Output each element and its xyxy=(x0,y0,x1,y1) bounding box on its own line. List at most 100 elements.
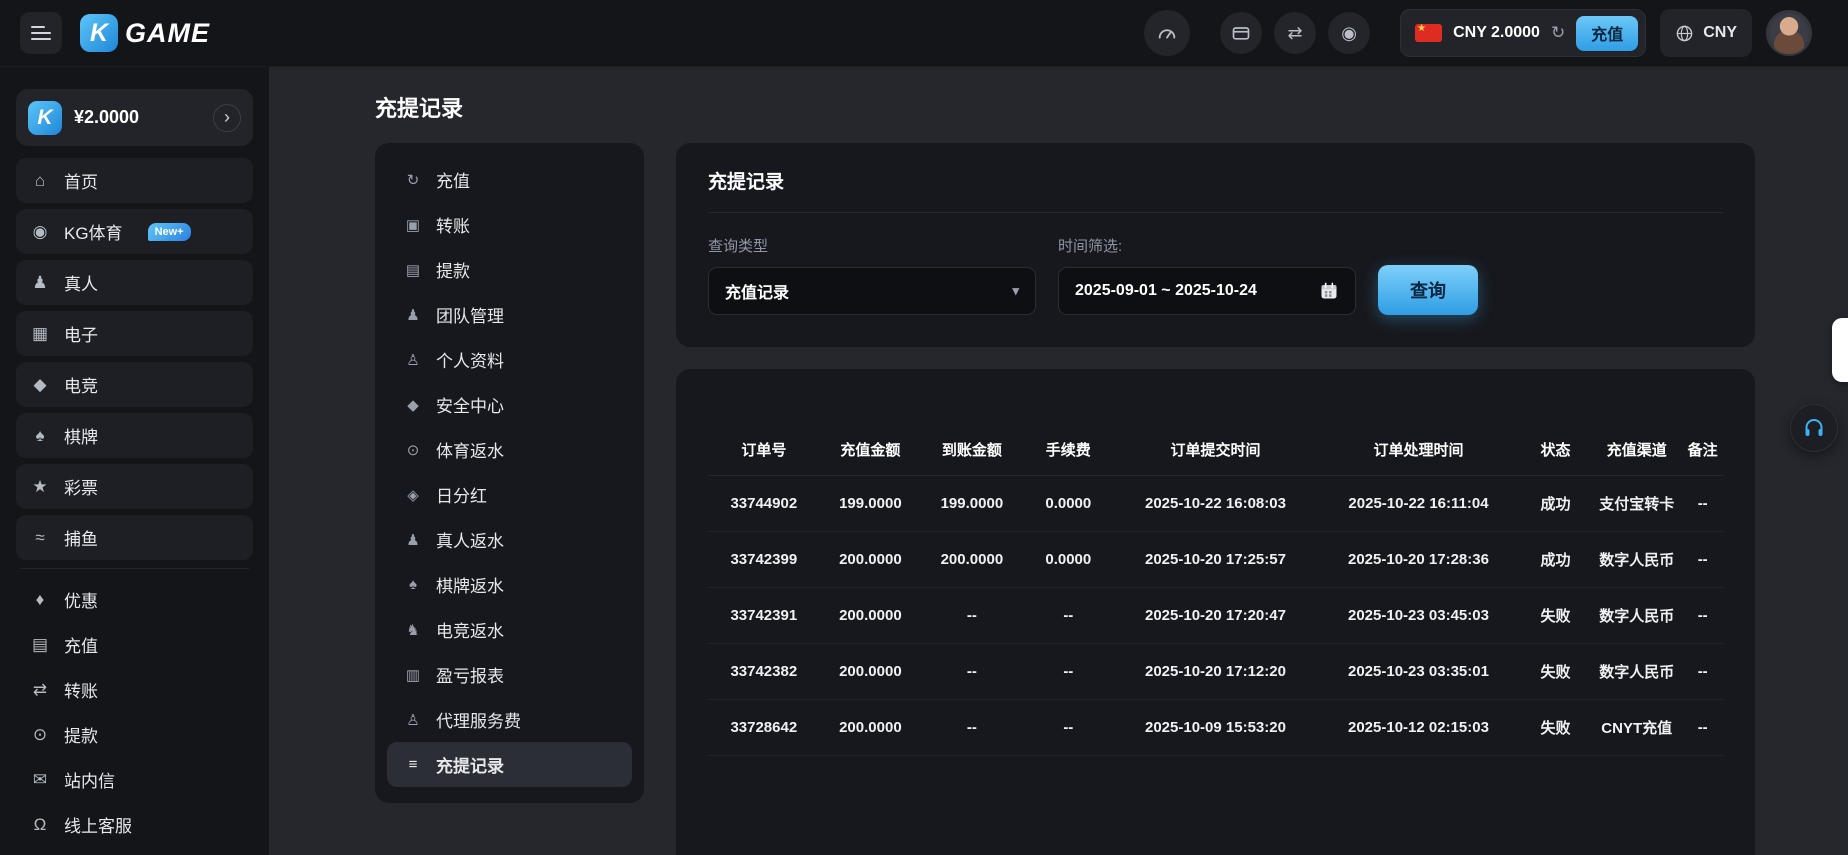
table-cell: 200.0000 xyxy=(921,531,1023,587)
sidebar-item-home[interactable]: ⌂首页 xyxy=(16,158,253,203)
refresh-icon[interactable]: ↻ xyxy=(1551,23,1565,43)
records-icon: ≡ xyxy=(403,756,423,773)
submenu-item-label: 充值 xyxy=(436,167,470,192)
submenu-item-daily-dividend[interactable]: ◈日分红 xyxy=(387,472,632,517)
sports-rebate-icon: ⊙ xyxy=(403,441,423,459)
table-cell: 数字人民币 xyxy=(1591,643,1682,699)
table-cell: CNYT充值 xyxy=(1591,699,1682,755)
sidebar-item-lottery[interactable]: ★彩票 xyxy=(16,464,253,509)
home-icon: ⌂ xyxy=(29,171,51,191)
table-cell: 成功 xyxy=(1520,531,1591,587)
wallet-card[interactable]: K ¥2.0000 › xyxy=(16,89,253,146)
slots-icon: ▦ xyxy=(29,324,51,344)
header-deposit-button[interactable]: 充值 xyxy=(1576,16,1638,51)
table-body: 33744902199.0000199.00000.00002025-10-22… xyxy=(708,475,1723,755)
table-cell: -- xyxy=(1682,587,1723,643)
user-avatar[interactable] xyxy=(1766,10,1812,56)
filter-row: 查询类型 充值记录 ▾ 时间筛选: 2025-09-01 ~ 2025-10-2… xyxy=(708,235,1723,315)
table-cell: -- xyxy=(921,699,1023,755)
submenu-item-transfer[interactable]: ▣转账 xyxy=(387,202,632,247)
table-cell: 数字人民币 xyxy=(1591,587,1682,643)
date-range-input[interactable]: 2025-09-01 ~ 2025-10-24 xyxy=(1058,267,1356,315)
table-header-cell: 备注 xyxy=(1682,425,1723,475)
agent-fee-icon: ♙ xyxy=(403,711,423,729)
sidebar-item-promo[interactable]: ♦优惠 xyxy=(16,577,253,622)
sidebar-item-support[interactable]: Ω线上客服 xyxy=(16,802,253,847)
submenu-item-profile[interactable]: ♙个人资料 xyxy=(387,337,632,382)
table-row: 33742399200.0000200.00000.00002025-10-20… xyxy=(708,531,1723,587)
pl-report-icon: ▥ xyxy=(403,666,423,684)
record-type-select[interactable]: 充值记录 ▾ xyxy=(708,267,1036,315)
wallet-logo-icon: K xyxy=(28,101,62,135)
sidebar-item-live-casino[interactable]: ♟真人 xyxy=(16,260,253,305)
sidebar-item-transfer[interactable]: ⇄转账 xyxy=(16,667,253,712)
submenu-item-chess-rebate[interactable]: ♠棋牌返水 xyxy=(387,562,632,607)
record-type-value: 充值记录 xyxy=(725,279,789,303)
security-center-icon: ◆ xyxy=(403,396,423,414)
sidebar-item-slots[interactable]: ▦电子 xyxy=(16,311,253,356)
withdraw-icon: ⊙ xyxy=(29,725,51,745)
wallet-currency-selector[interactable]: ★ CNY 2.0000 ↻ 充值 xyxy=(1400,9,1646,57)
submenu-item-withdraw[interactable]: ▤提款 xyxy=(387,247,632,292)
submenu-item-label: 充提记录 xyxy=(436,752,504,777)
date-filter-label: 时间筛选: xyxy=(1058,235,1356,256)
sidebar-item-label: 线上客服 xyxy=(64,812,132,837)
submenu-item-live-rebate[interactable]: ♟真人返水 xyxy=(387,517,632,562)
support-float-button[interactable] xyxy=(1790,404,1838,452)
sidebar-item-sports[interactable]: ◉KG体育New+ xyxy=(16,209,253,254)
submenu-item-deposit[interactable]: ↻充值 xyxy=(387,157,632,202)
submenu-item-records[interactable]: ≡ 充提记录 xyxy=(387,742,632,787)
submenu-item-agent-fee[interactable]: ♙代理服务费 xyxy=(387,697,632,742)
sidebar-item-mail[interactable]: ✉站内信 xyxy=(16,757,253,802)
exchange-icon[interactable]: ⇄ xyxy=(1274,12,1316,54)
table-cell: 200.0000 xyxy=(820,699,922,755)
sidebar-item-label: 捕鱼 xyxy=(64,525,98,550)
sidebar-item-withdraw[interactable]: ⊙ 提款 xyxy=(16,712,253,757)
menu-icon[interactable] xyxy=(20,12,62,54)
logo-text: GAME xyxy=(125,18,210,49)
sidebar-item-esports[interactable]: ◆电竞 xyxy=(16,362,253,407)
submenu-item-team-manage[interactable]: ♟团队管理 xyxy=(387,292,632,337)
calendar-icon[interactable] xyxy=(1319,281,1339,301)
table-cell: 200.0000 xyxy=(820,531,922,587)
transfer-icon: ⇄ xyxy=(29,680,51,700)
transfer-icon: ▣ xyxy=(403,216,423,234)
sidebar-divider xyxy=(20,568,249,569)
table-cell: 0.0000 xyxy=(1023,531,1114,587)
table-header-cell: 充值金额 xyxy=(820,425,922,475)
submenu-item-sports-rebate[interactable]: ⊙体育返水 xyxy=(387,427,632,472)
table-cell: -- xyxy=(1682,699,1723,755)
table-cell: -- xyxy=(921,643,1023,699)
date-range-value: 2025-09-01 ~ 2025-10-24 xyxy=(1075,282,1257,300)
live-rebate-icon: ♟ xyxy=(403,531,423,549)
sidebar-item-fishing[interactable]: ≈捕鱼 xyxy=(16,515,253,560)
drawer-handle[interactable] xyxy=(1832,318,1848,382)
sidebar-item-label: 提款 xyxy=(64,722,98,747)
language-selector[interactable]: CNY xyxy=(1660,9,1752,57)
bank-card-icon[interactable] xyxy=(1220,12,1262,54)
search-button[interactable]: 查询 xyxy=(1378,265,1478,315)
team-manage-icon: ♟ xyxy=(403,306,423,324)
page-title: 充提记录 xyxy=(375,91,1755,123)
chevron-down-icon: ▾ xyxy=(1012,283,1019,299)
disc-icon[interactable]: ◉ xyxy=(1328,12,1370,54)
kgame-logo[interactable]: K GAME xyxy=(80,14,210,52)
sidebar-nav-primary: ⌂首页 ◉KG体育New+ ♟真人 ▦电子 ◆电竞 ♠棋牌 ★彩票 ≈捕鱼 xyxy=(16,158,253,560)
table-header-cell: 订单号 xyxy=(708,425,820,475)
table-header-cell: 手续费 xyxy=(1023,425,1114,475)
chevron-right-icon[interactable]: › xyxy=(213,104,241,132)
records-card-title: 充提记录 xyxy=(708,167,1723,213)
sidebar-item-deposit[interactable]: ▤充值 xyxy=(16,622,253,667)
submenu-item-esports-rebate[interactable]: ♞电竞返水 xyxy=(387,607,632,652)
table-cell: -- xyxy=(1682,531,1723,587)
disc-glyph-icon: ◉ xyxy=(1341,24,1357,42)
table-header-cell: 状态 xyxy=(1520,425,1591,475)
withdraw-icon: ▤ xyxy=(403,261,423,279)
sidebar-item-chess[interactable]: ♠棋牌 xyxy=(16,413,253,458)
globe-icon xyxy=(1675,24,1694,43)
submenu-item-security-center[interactable]: ◆安全中心 xyxy=(387,382,632,427)
gauge-icon[interactable] xyxy=(1144,10,1190,56)
submenu-item-pl-report[interactable]: ▥盈亏报表 xyxy=(387,652,632,697)
sports-icon: ◉ xyxy=(29,222,51,242)
table-cell: 失败 xyxy=(1520,643,1591,699)
